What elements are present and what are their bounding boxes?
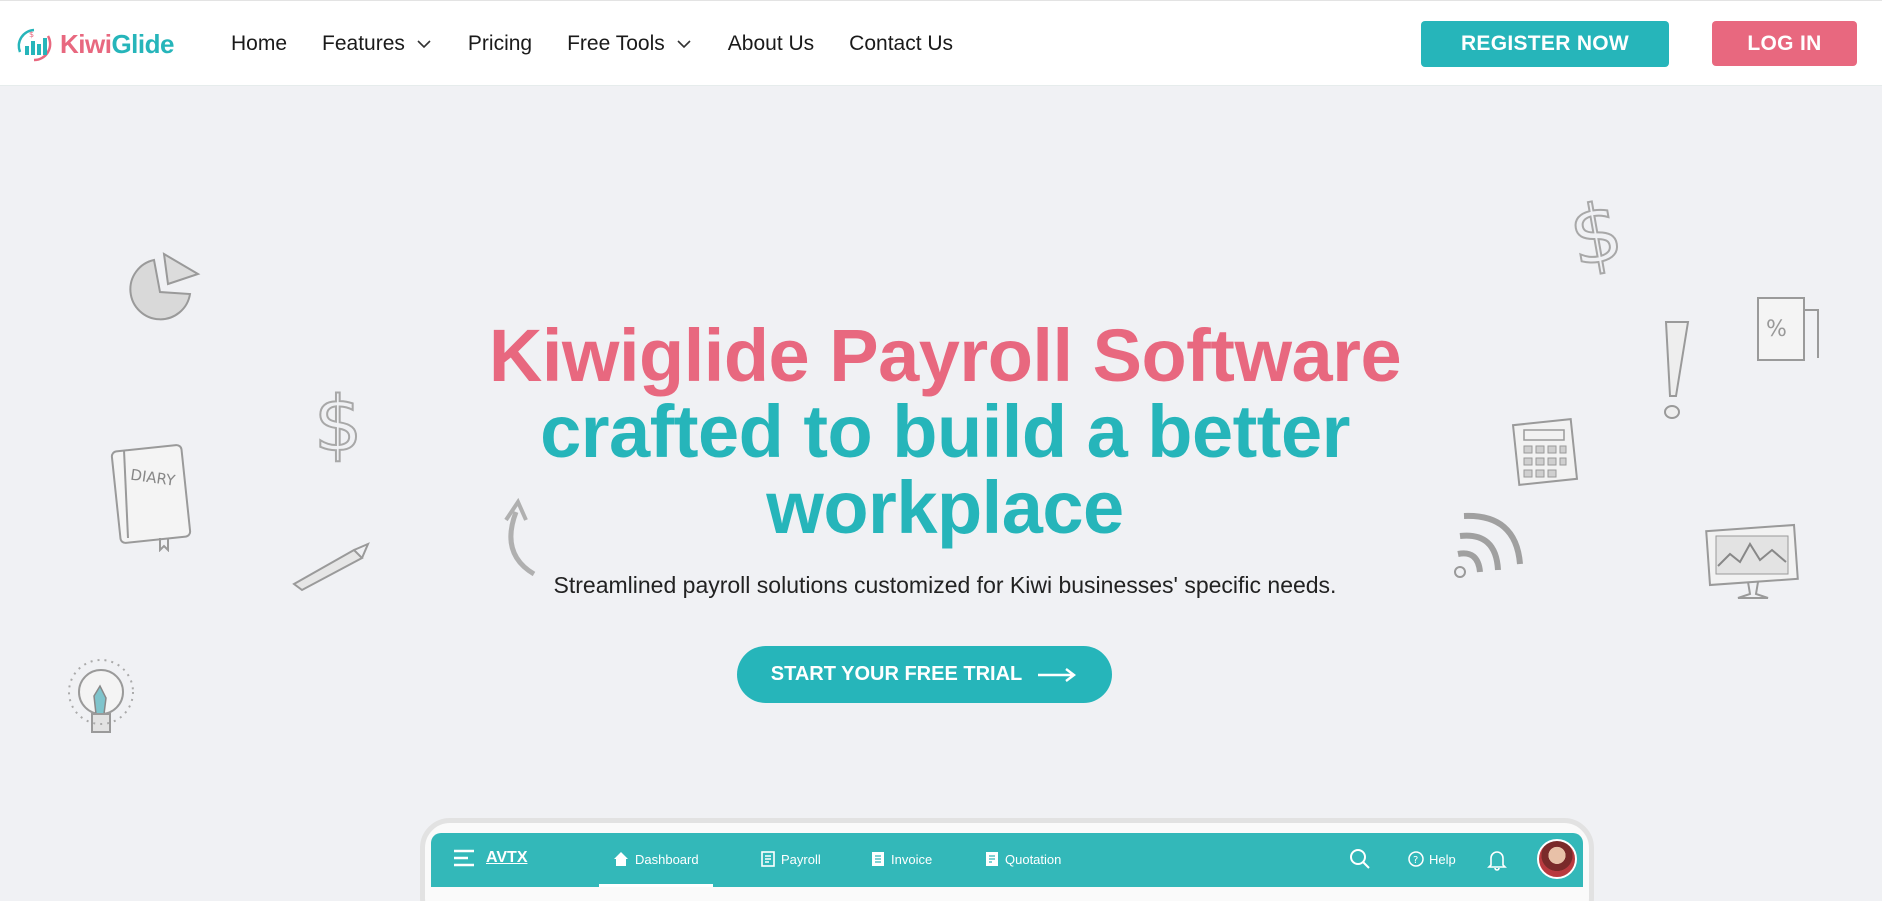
- svg-text:?: ?: [1413, 855, 1418, 866]
- payroll-icon: [761, 851, 775, 867]
- start-free-trial-label: START YOUR FREE TRIAL: [770, 663, 1023, 685]
- pie-chart-icon: [116, 252, 202, 326]
- hero-title-line-2: crafted to build a better: [540, 390, 1350, 473]
- nav-free-tools[interactable]: Free Tools: [567, 32, 693, 56]
- dollar-icon: $: [310, 378, 370, 464]
- app-preview-header: AVTX Dashboard Payroll Invoice Quotation…: [431, 833, 1583, 887]
- calculator-icon: [1510, 416, 1580, 488]
- register-now-button[interactable]: REGISTER NOW: [1421, 21, 1669, 67]
- nav-about-us[interactable]: About Us: [728, 32, 814, 56]
- logo-text: KiwiGlide: [60, 29, 174, 60]
- app-preview-tab-label: Quotation: [1005, 851, 1062, 867]
- nav-features[interactable]: Features: [322, 32, 433, 56]
- nav-home[interactable]: Home: [231, 32, 287, 56]
- app-preview-tab-label: Dashboard: [635, 851, 699, 867]
- search-icon: [1350, 849, 1370, 869]
- percent-document-icon: %: [1752, 292, 1824, 364]
- lightbulb-icon: [62, 656, 140, 746]
- app-preview-org-name: AVTX: [486, 849, 528, 866]
- monitor-chart-icon: [1702, 522, 1802, 604]
- log-in-button[interactable]: LOG IN: [1712, 21, 1857, 66]
- nav-contact-us-label: Contact Us: [849, 32, 954, 55]
- arrow-right-icon: [1038, 667, 1077, 682]
- bell-icon: [1487, 851, 1507, 871]
- logo-icon: $: [17, 28, 52, 62]
- app-preview-tab-invoice: Invoice: [871, 851, 932, 867]
- help-icon: ?: [1408, 851, 1424, 867]
- chevron-down-icon: [417, 40, 431, 49]
- avatar: [1537, 839, 1577, 879]
- nav-pricing[interactable]: Pricing: [468, 32, 532, 56]
- app-preview-tab-quotation: Quotation: [985, 851, 1061, 867]
- chevron-down-icon: [677, 40, 691, 49]
- nav-pricing-label: Pricing: [467, 32, 533, 55]
- svg-text:$: $: [314, 379, 362, 464]
- quotation-icon: [986, 852, 998, 866]
- app-preview-help-label: Help: [1429, 851, 1456, 867]
- brand-logo[interactable]: $ KiwiGlide: [12, 19, 174, 69]
- svg-text:%: %: [1766, 317, 1787, 342]
- logo-text-glide: Glide: [111, 28, 174, 59]
- nav-contact-us[interactable]: Contact Us: [849, 32, 953, 56]
- dollar-icon: $: [1566, 186, 1632, 276]
- hero-title-line-3: workplace: [766, 466, 1124, 549]
- app-preview-tab-payroll: Payroll: [761, 851, 821, 867]
- svg-text:$: $: [29, 30, 34, 39]
- pencil-icon: [288, 540, 372, 592]
- nav-features-label: Features: [322, 32, 405, 55]
- app-preview-tab-label: Payroll: [781, 851, 821, 867]
- top-navigation: $ KiwiGlide Home Features Pricing Free T…: [0, 0, 1882, 86]
- invoice-icon: [872, 852, 884, 866]
- nav-free-tools-label: Free Tools: [567, 32, 665, 55]
- start-free-trial-button[interactable]: START YOUR FREE TRIAL: [737, 646, 1112, 703]
- exclamation-icon: [1656, 316, 1694, 426]
- app-preview-tab-label: Invoice: [891, 851, 933, 867]
- hero-title: Kiwiglide Payroll Software crafted to bu…: [390, 318, 1500, 546]
- nav-home-label: Home: [231, 32, 288, 55]
- logo-text-kiwi: Kiwi: [60, 28, 112, 59]
- diary-icon: DIARY: [108, 440, 194, 552]
- svg-text:$: $: [1566, 186, 1629, 276]
- home-icon: [614, 852, 628, 866]
- hamburger-menu-icon: [454, 849, 474, 867]
- hero-subtitle: Streamlined payroll solutions customized…: [553, 572, 1337, 598]
- app-preview-tab-dashboard: Dashboard: [599, 851, 713, 887]
- nav-about-us-label: About Us: [727, 32, 815, 55]
- app-preview-frame: AVTX Dashboard Payroll Invoice Quotation…: [420, 818, 1594, 901]
- main-menu: Home Features Pricing Free Tools About U…: [231, 1, 988, 87]
- app-preview-help: ? Help: [1408, 851, 1456, 867]
- hero-title-line-1: Kiwiglide Payroll Software: [488, 314, 1402, 397]
